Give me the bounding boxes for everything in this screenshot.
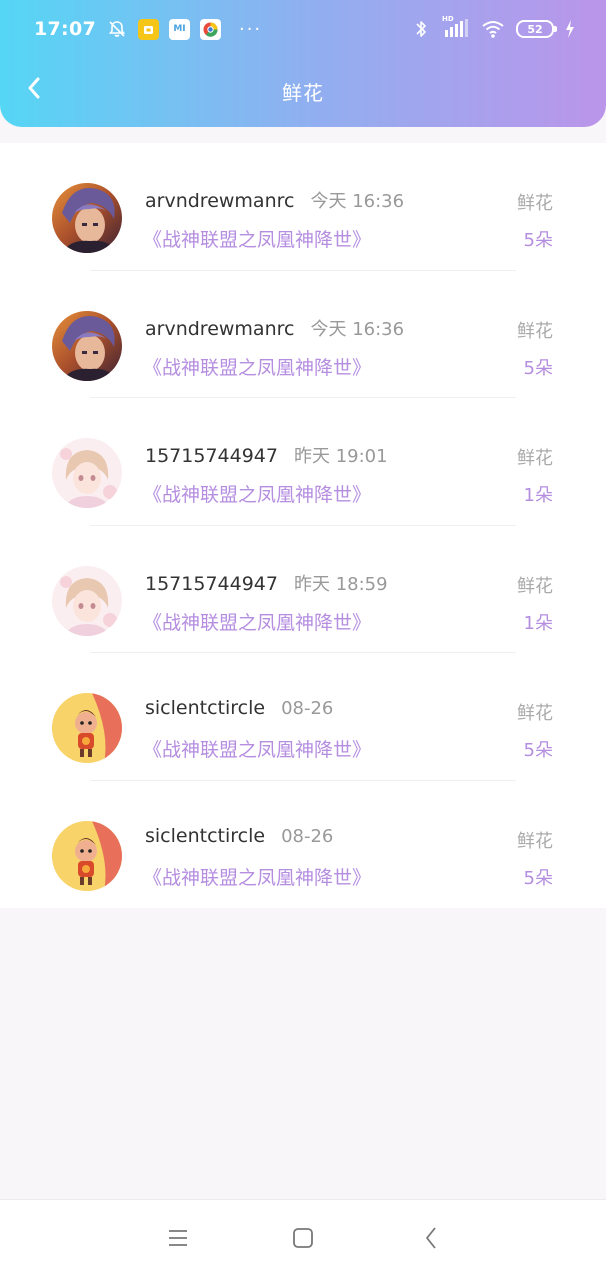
app-mi-label: MI bbox=[173, 24, 186, 34]
gift-count: 1朵 bbox=[523, 612, 553, 634]
header-bar: 17:07 MI ··· HD 52 鲜花 bbox=[0, 0, 606, 127]
mute-icon bbox=[106, 18, 128, 40]
book-title-link[interactable]: 《战神联盟之凤凰神降世》 bbox=[143, 735, 371, 762]
book-title-link[interactable]: 《战神联盟之凤凰神降世》 bbox=[143, 225, 371, 252]
menu-icon bbox=[167, 1228, 189, 1252]
book-title-link[interactable]: 《战神联盟之凤凰神降世》 bbox=[143, 480, 371, 507]
menu-button[interactable] bbox=[165, 1227, 191, 1253]
gift-list-item[interactable]: arvndrewmanrc 今天 16:36 鲜花《战神联盟之凤凰神降世》 5朵 bbox=[0, 143, 606, 271]
book-title-link[interactable]: 《战神联盟之凤凰神降世》 bbox=[143, 608, 371, 635]
anime-boy-avatar[interactable] bbox=[52, 310, 122, 381]
gift-list-item[interactable]: 15715744947 昨天 18:59 鲜花《战神联盟之凤凰神降世》 1朵 bbox=[0, 526, 606, 653]
gift-list-item[interactable]: arvndrewmanrc 今天 16:36 鲜花《战神联盟之凤凰神降世》 5朵 bbox=[0, 271, 606, 398]
gift-type-label: 鲜花 bbox=[517, 575, 553, 597]
gift-count: 1朵 bbox=[523, 485, 553, 506]
gift-list-item[interactable]: 15715744947 昨天 19:01 鲜花《战神联盟之凤凰神降世》 1朵 bbox=[0, 398, 606, 526]
username: arvndrewmanrc bbox=[145, 190, 295, 212]
anime-boy-avatar[interactable] bbox=[52, 183, 122, 253]
gift-list: arvndrewmanrc 今天 16:36 鲜花 《战神联盟之凤凰神降世》 5朵 arv… bbox=[0, 143, 606, 908]
username: siclentctircle bbox=[145, 697, 266, 719]
timestamp: 08-26 bbox=[281, 825, 334, 847]
gift-meta: siclentctircle 08-26 bbox=[145, 697, 333, 719]
more-notifications: ··· bbox=[238, 18, 263, 40]
app-yellow-icon bbox=[137, 18, 159, 40]
status-time: 17:07 bbox=[34, 18, 96, 40]
timestamp: 08-26 bbox=[281, 698, 334, 719]
gift-type-label: 鲜花 bbox=[517, 703, 553, 724]
username: 15715744947 bbox=[145, 445, 278, 467]
gift-list-item[interactable]: siclentctircle 08-26 鲜花《战神联盟之凤凰神降世》 5朵 bbox=[0, 653, 606, 781]
page-title: 鲜花 bbox=[282, 80, 324, 105]
charging-icon bbox=[564, 18, 576, 40]
back-button[interactable] bbox=[18, 72, 50, 108]
username: arvndrewmanrc bbox=[145, 317, 295, 340]
book-title-link[interactable]: 《战神联盟之凤凰神降世》 bbox=[143, 353, 371, 380]
timestamp: 昨天 18:59 bbox=[293, 573, 388, 595]
anime-girl-avatar[interactable] bbox=[52, 565, 122, 636]
timestamp: 今天 16:36 bbox=[310, 191, 405, 212]
gift-meta: arvndrewmanrc 今天 16:36 bbox=[145, 315, 404, 341]
battery-indicator: 52 bbox=[516, 20, 557, 38]
wifi-icon bbox=[480, 18, 506, 40]
app-browser-icon bbox=[199, 18, 221, 40]
system-nav-bar bbox=[0, 1199, 606, 1280]
gift-type-label: 鲜花 bbox=[517, 193, 553, 214]
gift-count: 5朵 bbox=[523, 740, 553, 761]
gift-count: 5朵 bbox=[523, 357, 553, 379]
cartoon-character-avatar[interactable] bbox=[52, 820, 122, 891]
back-icon bbox=[423, 1226, 439, 1254]
timestamp: 今天 16:36 bbox=[310, 318, 405, 340]
chevron-left-icon bbox=[26, 76, 42, 104]
cartoon-character-avatar[interactable] bbox=[52, 693, 122, 763]
gift-count: 5朵 bbox=[523, 867, 553, 889]
anime-girl-avatar[interactable] bbox=[52, 438, 122, 508]
gift-type-label: 鲜花 bbox=[517, 448, 553, 469]
gift-meta: 15715744947 昨天 18:59 bbox=[145, 570, 388, 596]
nav-bar: 鲜花 bbox=[0, 58, 606, 124]
gift-meta: arvndrewmanrc 今天 16:36 bbox=[145, 187, 404, 213]
battery-level: 52 bbox=[527, 22, 543, 36]
signal-icon: HD bbox=[442, 15, 470, 40]
gift-type-label: 鲜花 bbox=[517, 830, 553, 852]
gift-type-label: 鲜花 bbox=[517, 320, 553, 342]
gift-count: 5朵 bbox=[523, 230, 553, 251]
bluetooth-icon bbox=[410, 18, 432, 40]
status-bar: 17:07 MI ··· HD 52 bbox=[0, 0, 606, 58]
gift-meta: siclentctircle 08-26 bbox=[145, 825, 333, 847]
username: 15715744947 bbox=[145, 572, 278, 595]
app-mi-icon: MI bbox=[168, 18, 190, 40]
gift-meta: 15715744947 昨天 19:01 bbox=[145, 442, 388, 468]
username: siclentctircle bbox=[145, 824, 266, 847]
system-back-button[interactable] bbox=[418, 1227, 444, 1253]
gift-list-item[interactable]: siclentctircle 08-26 鲜花《战神联盟之凤凰神降世》 5朵 bbox=[0, 781, 606, 909]
timestamp: 昨天 19:01 bbox=[293, 446, 388, 467]
home-button[interactable] bbox=[290, 1227, 316, 1253]
hd-label: HD bbox=[442, 15, 454, 23]
home-icon bbox=[292, 1227, 314, 1253]
book-title-link[interactable]: 《战神联盟之凤凰神降世》 bbox=[143, 863, 371, 890]
